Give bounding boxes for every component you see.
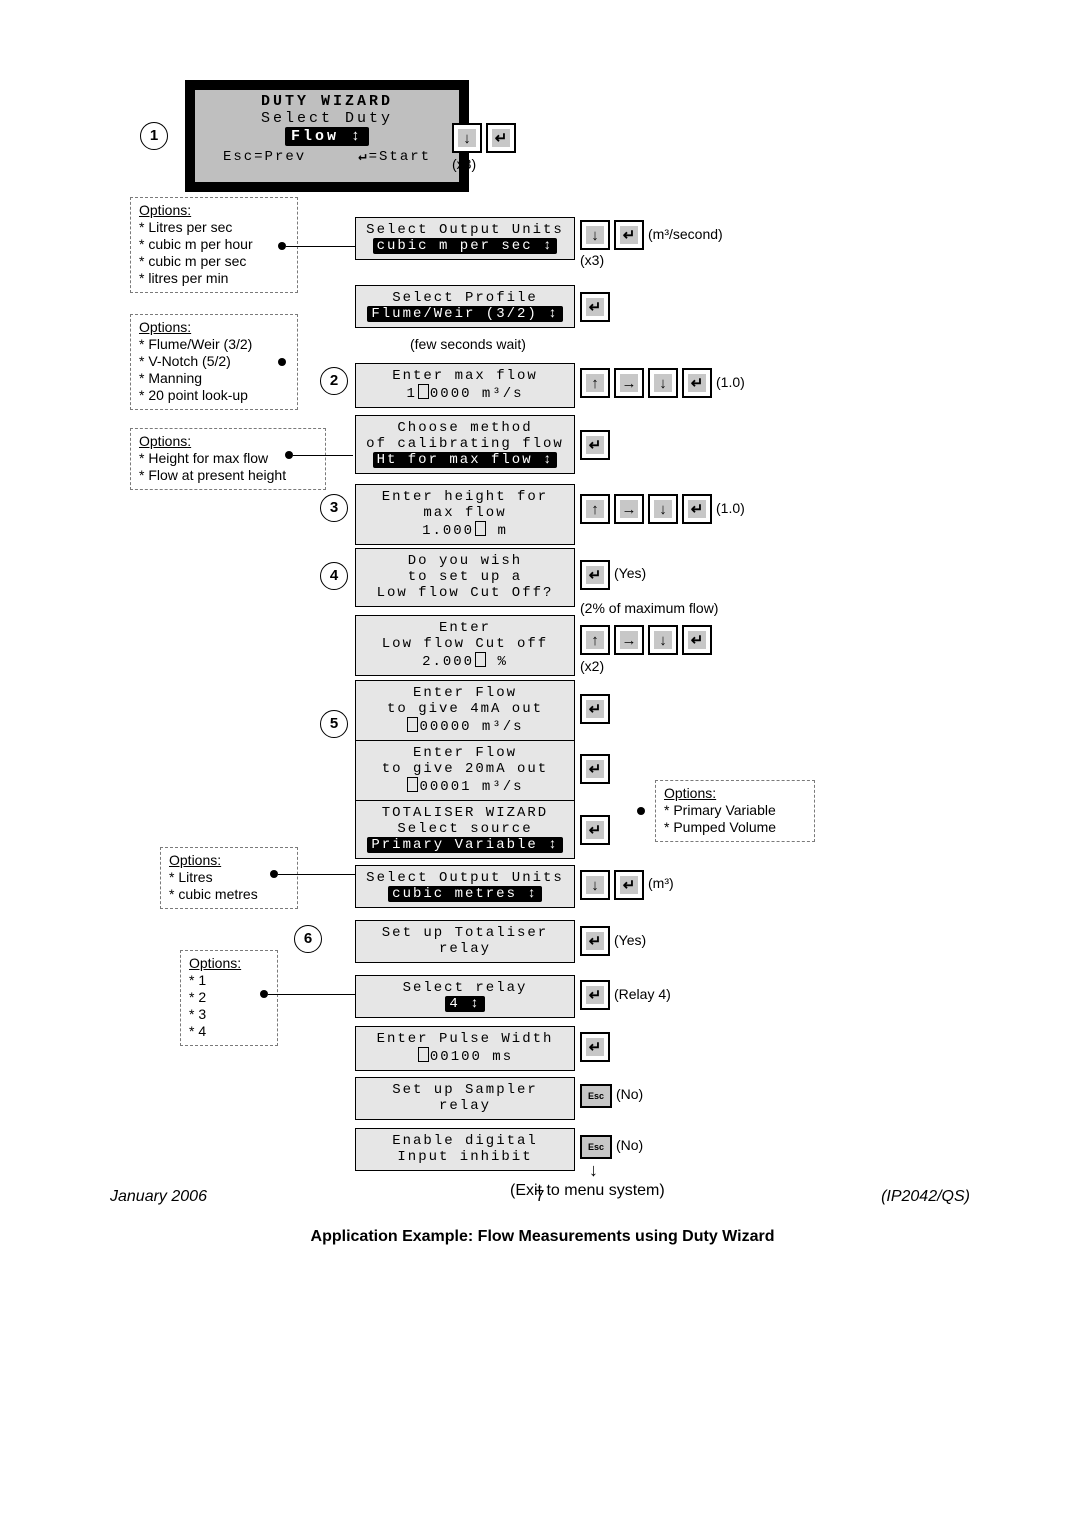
yes-note: (Yes) (614, 565, 646, 581)
enter-key-icon[interactable] (682, 368, 712, 398)
yes-note-2: (Yes) (614, 932, 646, 948)
screen-20ma: Enter Flow to give 20mA out 00001 m³/s (355, 740, 575, 801)
pill-method[interactable]: Ht for max flow (373, 452, 558, 468)
pill-output-units[interactable]: cubic m per sec (373, 238, 558, 254)
enter-key-icon[interactable] (580, 292, 610, 322)
esc-hint: Esc=Prev (223, 149, 306, 165)
right-key-icon[interactable] (614, 368, 644, 398)
enter-key-icon[interactable] (580, 926, 610, 956)
wizard-panel: DUTY WIZARD Select Duty Flow Esc=Prev ↵=… (185, 80, 469, 192)
options-totaliser-units: Options: * Litres * cubic metres (160, 847, 298, 909)
screen-totaliser-source: TOTALISER WIZARD Select source Primary V… (355, 800, 575, 859)
cursor-box (407, 777, 418, 792)
enter-key-icon[interactable] (580, 560, 610, 590)
screen-method: Choose method of calibrating flow Ht for… (355, 415, 575, 474)
step-5: 5 (320, 710, 348, 738)
footer-doc-id: (IP2042/QS) (881, 1188, 970, 1206)
pct-note: (2% of maximum flow) (580, 600, 718, 616)
wizard-choice[interactable]: Flow (285, 127, 369, 146)
enter-key-icon[interactable] (580, 1032, 610, 1062)
x3-note: (x3) (452, 156, 476, 172)
down-key-icon[interactable] (452, 123, 482, 153)
screen-digital-inhibit: Enable digital Input inhibit (355, 1128, 575, 1171)
cursor-box (418, 384, 429, 399)
enter-key-icon[interactable] (682, 494, 712, 524)
screen-select-profile: Select Profile Flume/Weir (3/2) (355, 285, 575, 328)
step-1: 1 (140, 122, 168, 150)
cursor-box (475, 652, 486, 667)
esc-key-icon[interactable] (580, 1135, 612, 1159)
screen-height: Enter height for max flow 1.000 m (355, 484, 575, 545)
screen-select-relay: Select relay 4 (355, 975, 575, 1018)
screen-sampler-relay: Set up Sampler relay (355, 1077, 575, 1120)
step-3: 3 (320, 494, 348, 522)
note-1-0b: (1.0) (716, 500, 745, 516)
esc-key-icon[interactable] (580, 1084, 612, 1108)
right-key-icon[interactable] (614, 625, 644, 655)
units-note: (m³/second) (648, 226, 723, 242)
m3-note: (m³) (648, 875, 674, 891)
no-note-1: (No) (616, 1086, 643, 1102)
enter-key-icon[interactable] (614, 870, 644, 900)
pill-profile[interactable]: Flume/Weir (3/2) (367, 306, 562, 322)
enter-key-icon[interactable] (580, 694, 610, 724)
down-arrow-icon: ↓ (589, 1160, 598, 1181)
up-key-icon[interactable] (580, 494, 610, 524)
down-key-icon[interactable] (648, 494, 678, 524)
cursor-box (418, 1047, 429, 1062)
no-note-2: (No) (616, 1137, 643, 1153)
x2-note: (x2) (580, 658, 604, 674)
note-1-0: (1.0) (716, 374, 745, 390)
up-key-icon[interactable] (580, 368, 610, 398)
enter-key-icon[interactable] (580, 980, 610, 1010)
pill-totaliser-units[interactable]: cubic metres (388, 886, 542, 902)
screen-totaliser-relay-q: Set up Totaliser relay (355, 920, 575, 963)
down-key-icon[interactable] (648, 625, 678, 655)
options-units: Options: * Litres per sec * cubic m per … (130, 197, 298, 293)
pill-source[interactable]: Primary Variable (367, 837, 562, 853)
down-key-icon[interactable] (580, 220, 610, 250)
start-hint: =Start (369, 149, 431, 165)
pill-relay[interactable]: 4 (445, 996, 484, 1012)
options-profile: Options: * Flume/Weir (3/2) * V-Notch (5… (130, 314, 298, 410)
wizard-subtitle: Select Duty (195, 110, 459, 127)
figure-caption: Application Example: Flow Measurements u… (130, 1228, 955, 1246)
options-method: Options: * Height for max flow * Flow at… (130, 428, 326, 490)
options-relay: Options: * 1 * 2 * 3 * 4 (180, 950, 278, 1046)
screen-cutoff-q: Do you wish to set up a Low flow Cut Off… (355, 548, 575, 607)
wait-note: (few seconds wait) (410, 336, 526, 352)
x3-note-2: (x3) (580, 252, 604, 268)
enter-key-icon[interactable] (682, 625, 712, 655)
wizard-title: DUTY WIZARD (195, 93, 459, 110)
down-key-icon[interactable] (648, 368, 678, 398)
down-key-icon[interactable] (580, 870, 610, 900)
enter-key-icon[interactable] (486, 123, 516, 153)
enter-key-icon[interactable] (580, 430, 610, 460)
enter-key-icon[interactable] (614, 220, 644, 250)
enter-key-icon[interactable] (580, 815, 610, 845)
enter-key-icon[interactable] (580, 754, 610, 784)
cursor-box (407, 717, 418, 732)
relay4-note: (Relay 4) (614, 986, 671, 1002)
screen-output-units: Select Output Units cubic m per sec (355, 217, 575, 260)
cursor-box (475, 521, 486, 536)
screen-max-flow: Enter max flow 10000 m³/s (355, 363, 575, 408)
options-source: Options: * Primary Variable * Pumped Vol… (655, 780, 815, 842)
step-2: 2 (320, 367, 348, 395)
up-key-icon[interactable] (580, 625, 610, 655)
screen-totaliser-units: Select Output Units cubic metres (355, 865, 575, 908)
screen-4ma: Enter Flow to give 4mA out 00000 m³/s (355, 680, 575, 741)
screen-cutoff-v: Enter Low flow Cut off 2.000 % (355, 615, 575, 676)
screen-pulse-width: Enter Pulse Width 00100 ms (355, 1026, 575, 1071)
step-6: 6 (294, 925, 322, 953)
step-4: 4 (320, 562, 348, 590)
right-key-icon[interactable] (614, 494, 644, 524)
